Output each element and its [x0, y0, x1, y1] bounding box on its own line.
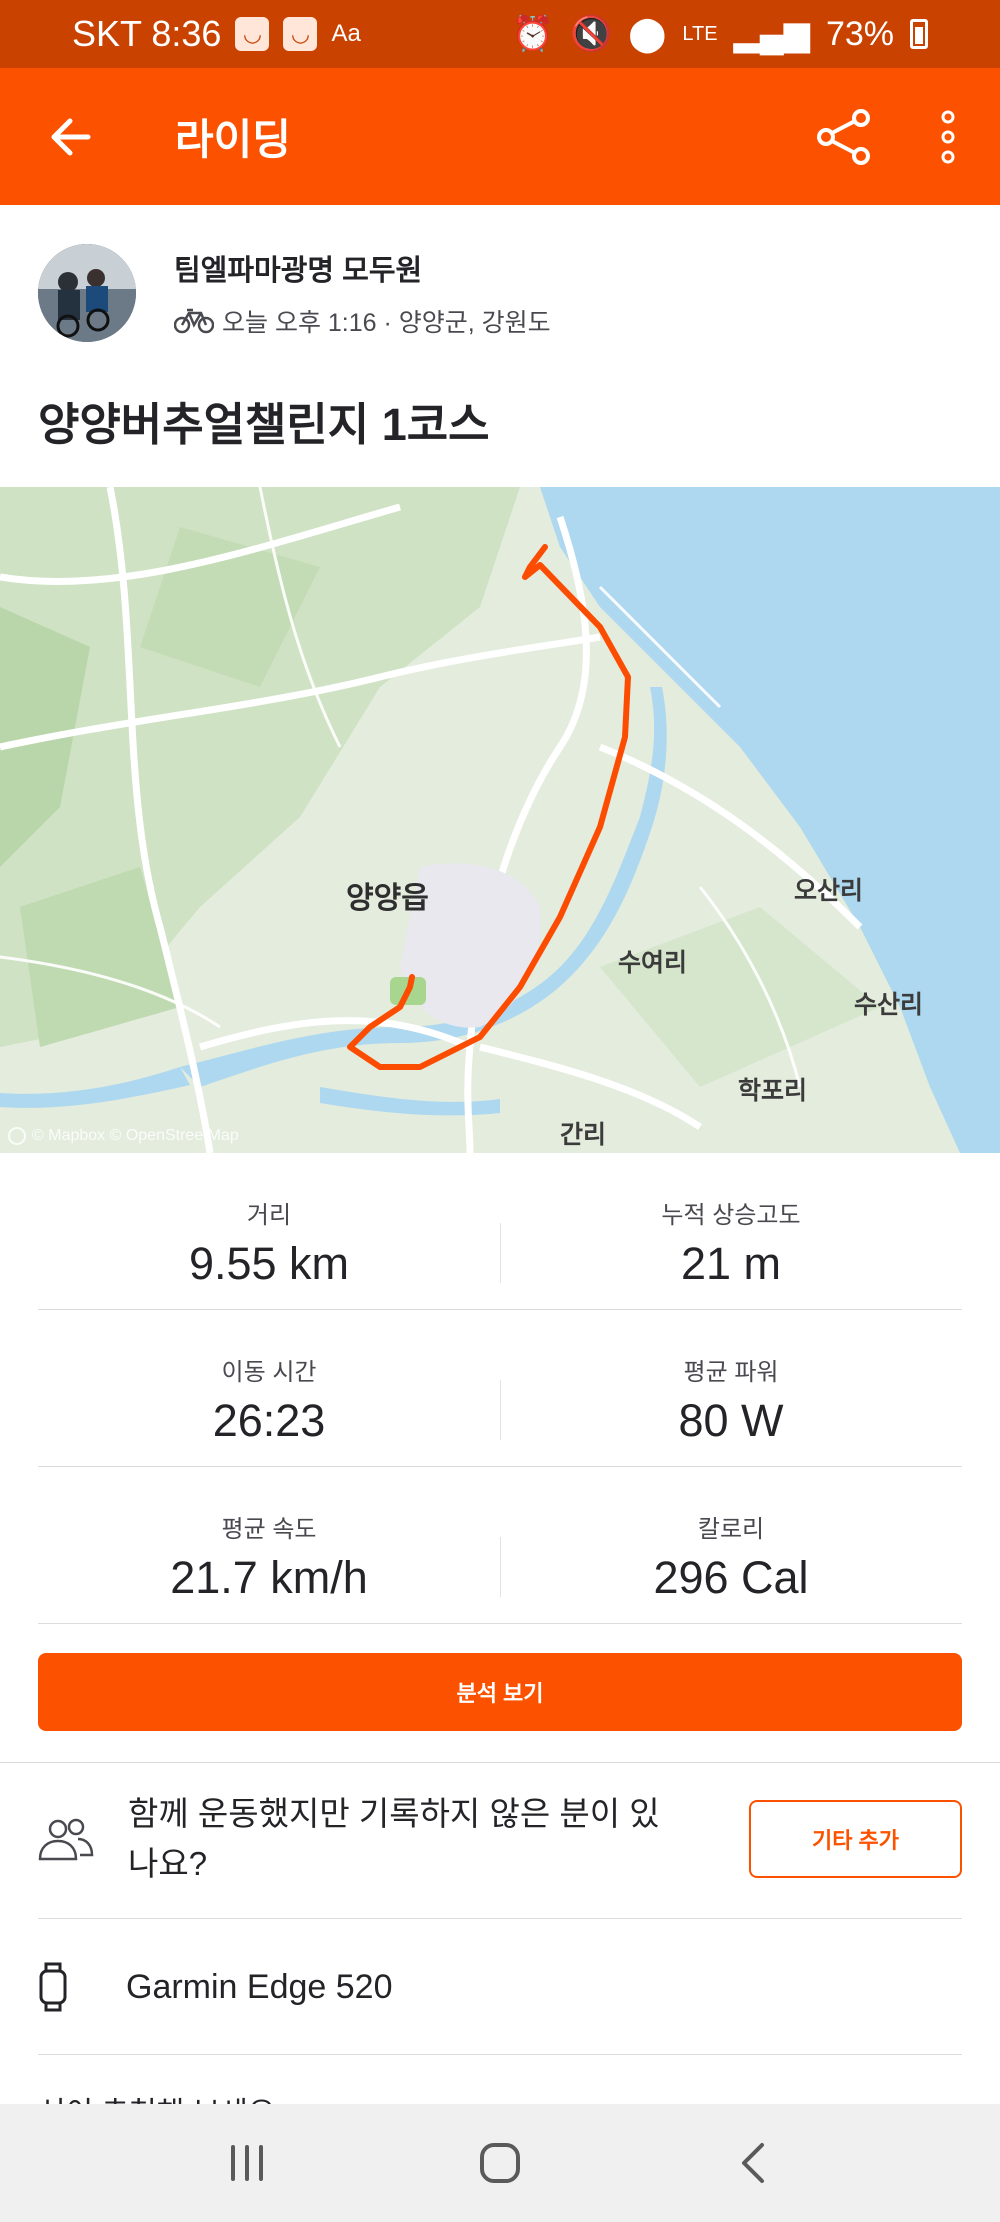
- map-attribution[interactable]: © Mapbox © OpenStreetMap: [8, 1127, 239, 1145]
- map-credit-text: © Mapbox © OpenStreetMap: [32, 1127, 239, 1144]
- recent-apps-button[interactable]: [202, 2118, 292, 2208]
- battery-percent: 73%: [825, 14, 894, 53]
- stat-value: 80 W: [678, 1395, 784, 1446]
- stat-value: 26:23: [212, 1395, 326, 1446]
- stat-moving-time: 이동 시간 26:23: [38, 1310, 500, 1466]
- page-title: 라이딩: [175, 116, 291, 163]
- stat-avg-speed: 평균 속도 21.7 km/h: [38, 1467, 500, 1623]
- partially-visible-text: 선이 추천해 보세요: [38, 2088, 275, 2104]
- alarm-icon: ⏰: [511, 15, 554, 53]
- app-bar: 라이딩: [0, 68, 1000, 205]
- avatar-image: [38, 244, 136, 342]
- people-icon: [38, 1818, 94, 1861]
- add-others-button[interactable]: 기타 추가: [749, 1800, 962, 1878]
- stat-label: 평균 속도: [221, 1516, 317, 1543]
- more-vertical-icon: [941, 110, 955, 163]
- battery-icon: [910, 19, 928, 49]
- stat-calories: 칼로리 296 Cal: [500, 1467, 962, 1623]
- stat-divider: [500, 1380, 501, 1440]
- map-label-town: 양양읍: [346, 882, 429, 915]
- system-back-button[interactable]: [708, 2118, 798, 2208]
- stat-avg-power: 평균 파워 80 W: [500, 1310, 962, 1466]
- carrier-time: SKT 8:36: [72, 13, 222, 54]
- stat-elevation: 누적 상승고도 21 m: [500, 1153, 962, 1309]
- back-button[interactable]: [0, 68, 140, 205]
- notification-icon: ◡: [235, 17, 270, 51]
- font-icon: Aa: [331, 20, 361, 47]
- view-analysis-button[interactable]: 분석 보기: [38, 1653, 962, 1731]
- network-label: LTE: [682, 22, 718, 45]
- stat-value: 9.55 km: [188, 1238, 350, 1289]
- signal-icon: ▂▄▆: [733, 15, 810, 53]
- watch-icon: [39, 1962, 67, 2012]
- athlete-name[interactable]: 팀엘파마광명 모두원: [174, 247, 551, 289]
- group-prompt-text: 함께 운동했지만 기록하지 않은 분이 있나요?: [128, 1795, 660, 1882]
- athlete-header: 팀엘파마광명 모두원 오늘 오후 1:16 · 양양군, 강원도: [38, 244, 551, 342]
- map-label-suyeo: 수여리: [618, 949, 688, 977]
- stat-label: 칼로리: [697, 1516, 765, 1543]
- arrow-left-icon: [51, 118, 91, 155]
- route-map[interactable]: 양양읍 오산리 수여리 수산리 학포리 간리 © Mapbox © OpenSt…: [0, 487, 1000, 1153]
- location-icon: ⬤: [628, 15, 667, 53]
- device-name: Garmin Edge 520: [126, 1967, 393, 2006]
- status-bar: SKT 8:36 ◡ ◡ Aa ⏰ 🔇 ⬤ LTE ▂▄▆ 73%: [0, 0, 1000, 68]
- device-row: Garmin Edge 520: [38, 1920, 962, 2055]
- stat-value: 21.7 km/h: [170, 1552, 368, 1603]
- section-divider: [38, 1918, 962, 1919]
- stat-value: 21 m: [680, 1238, 782, 1289]
- avatar[interactable]: [38, 244, 136, 342]
- home-button[interactable]: [455, 2118, 545, 2208]
- notification-icon: ◡: [283, 17, 318, 51]
- more-options-button[interactable]: [896, 68, 1000, 205]
- activity-title: 양양버추얼챌린지 1코스: [38, 399, 490, 450]
- stats-grid: 거리 9.55 km 누적 상승고도 21 m 이동 시간 26:23 평균 파…: [38, 1153, 962, 1624]
- map-label-osan: 오산리: [794, 877, 864, 905]
- share-button[interactable]: [792, 68, 896, 205]
- stat-label: 누적 상승고도: [661, 1202, 801, 1229]
- mapbox-logo-icon: [8, 1127, 26, 1145]
- stat-label: 평균 파워: [683, 1359, 779, 1386]
- activity-meta: 오늘 오후 1:16 · 양양군, 강원도: [222, 309, 551, 337]
- stat-distance: 거리 9.55 km: [38, 1153, 500, 1309]
- group-activity-section: 함께 운동했지만 기록하지 않은 분이 있나요? 기타 추가: [38, 1760, 962, 1918]
- bike-icon: [174, 308, 214, 334]
- recent-apps-icon: [230, 2145, 263, 2181]
- map-label-susan: 수산리: [854, 991, 924, 1019]
- map-label-hakpo: 학포리: [738, 1077, 808, 1105]
- system-nav-bar: [0, 2104, 1000, 2222]
- map-label-gan: 간리: [560, 1121, 607, 1149]
- map-canvas: [0, 487, 1000, 1153]
- stat-divider: [500, 1537, 501, 1597]
- mute-icon: 🔇: [569, 15, 613, 53]
- home-icon: [479, 2143, 520, 2183]
- stat-value: 296 Cal: [653, 1552, 809, 1603]
- stat-label: 이동 시간: [221, 1359, 317, 1386]
- stat-divider: [500, 1223, 501, 1283]
- stat-label: 거리: [246, 1202, 292, 1229]
- share-icon: [817, 108, 870, 165]
- chevron-left-icon: [742, 2143, 765, 2183]
